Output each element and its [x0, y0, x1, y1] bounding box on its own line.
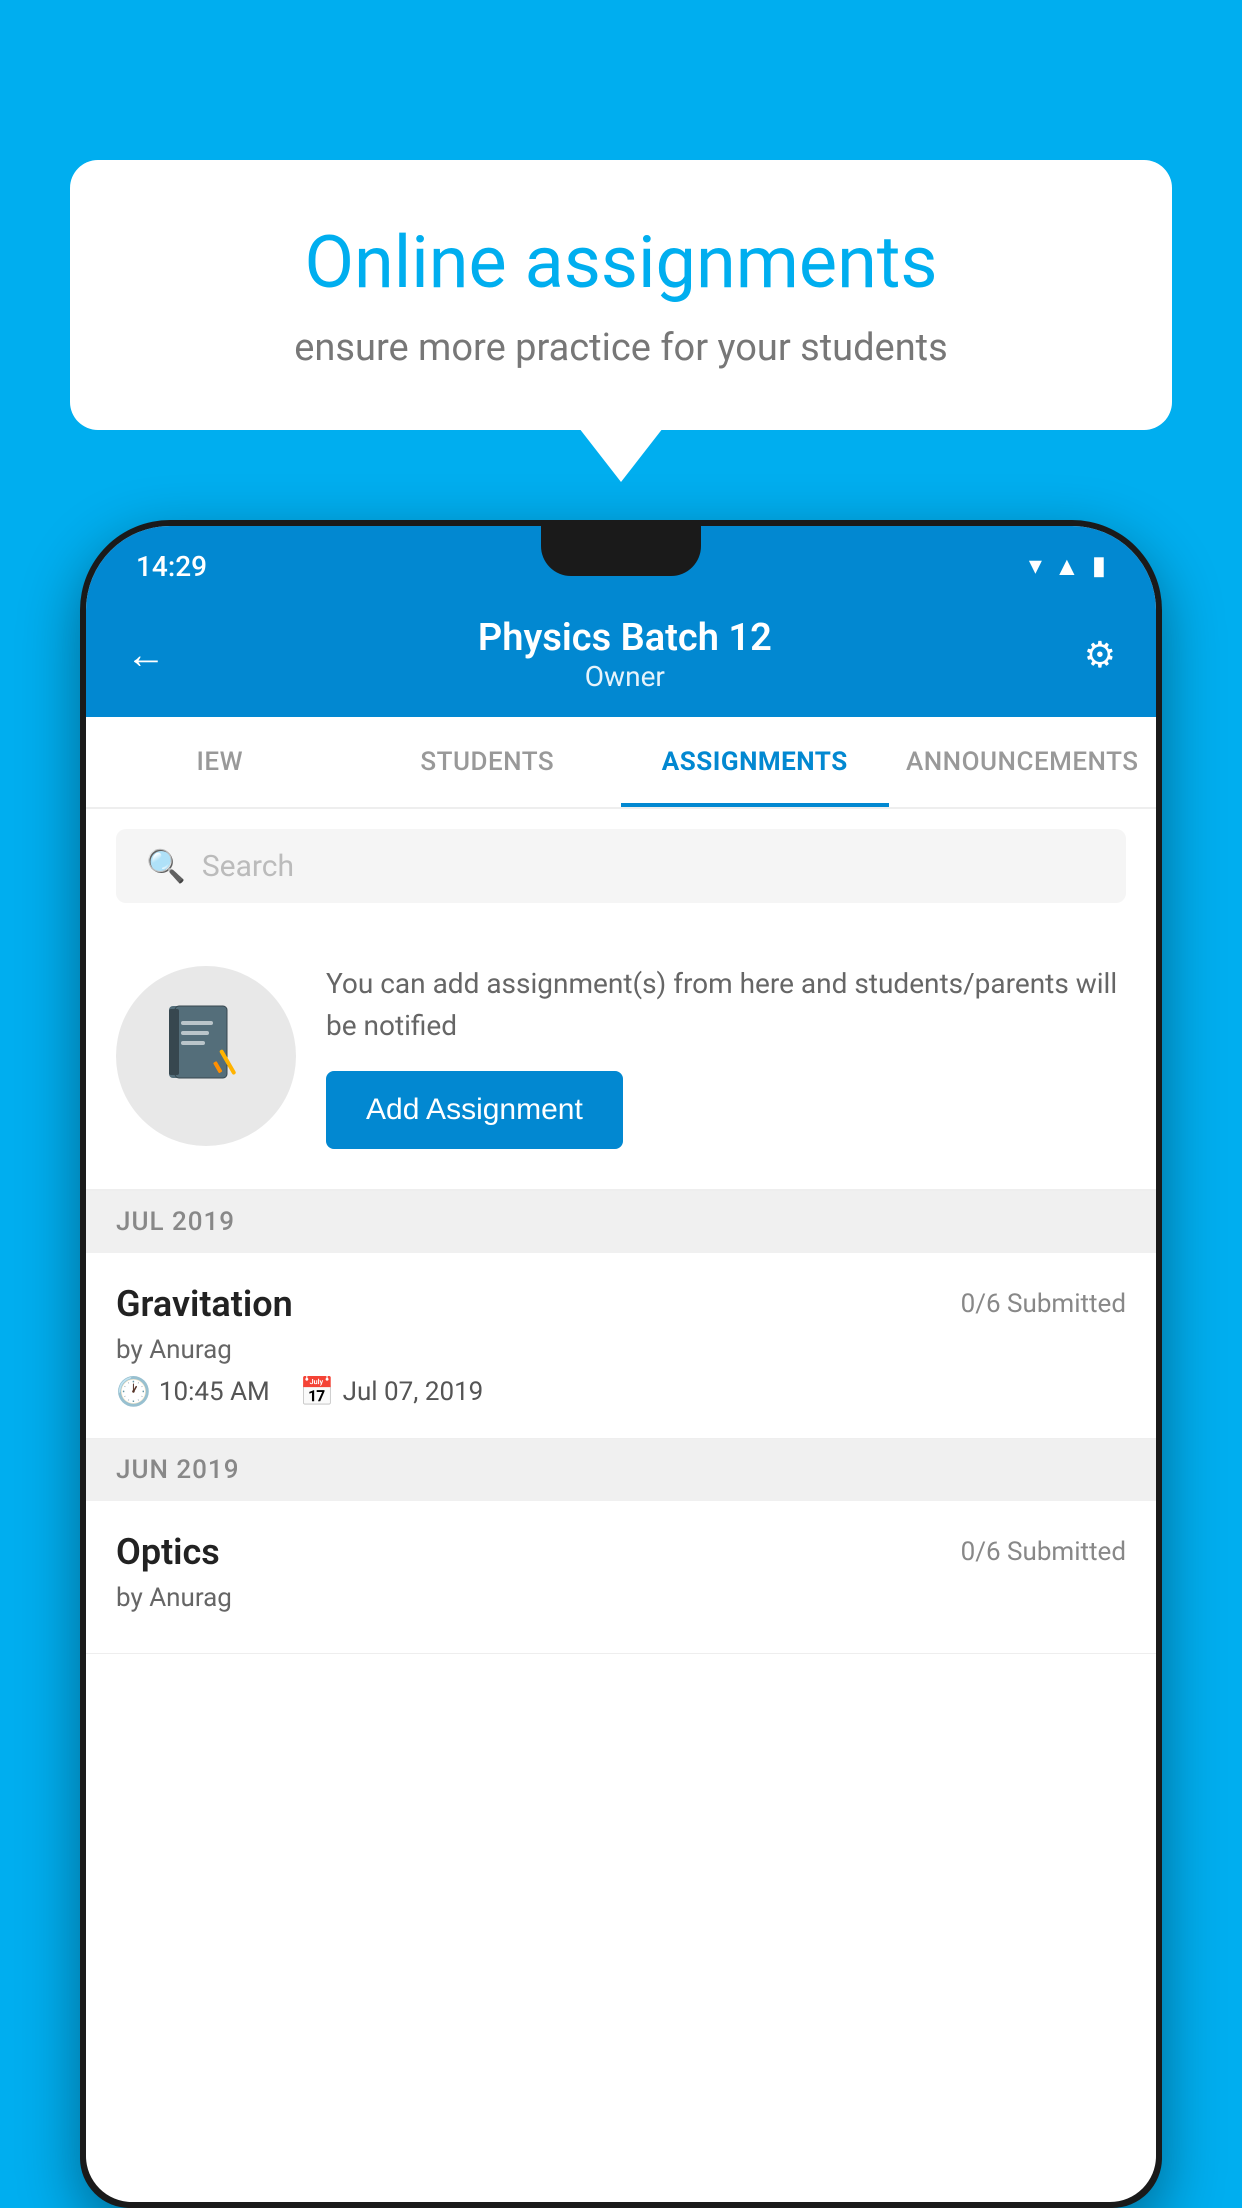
search-placeholder: Search: [202, 849, 294, 884]
search-container: 🔍 Search: [86, 809, 1156, 923]
clock-icon: 🕐: [116, 1375, 151, 1408]
notebook-icon: [161, 1001, 251, 1111]
tab-assignments[interactable]: ASSIGNMENTS: [621, 717, 889, 807]
header-center: Physics Batch 12 Owner: [478, 616, 772, 693]
tab-announcements[interactable]: ANNOUNCEMENTS: [889, 717, 1157, 807]
header-title: Physics Batch 12: [478, 616, 772, 660]
assignment-by: by Anurag: [116, 1335, 1126, 1365]
status-icons: ▾ ▲ ▮: [1029, 551, 1106, 582]
assignment-top-row: Gravitation 0/6 Submitted: [116, 1283, 1126, 1325]
back-button[interactable]: ←: [126, 631, 166, 678]
assignment-item-gravitation[interactable]: Gravitation 0/6 Submitted by Anurag 🕐 10…: [86, 1253, 1156, 1439]
phone-notch: [541, 526, 701, 576]
speech-bubble: Online assignments ensure more practice …: [70, 160, 1172, 430]
app-header: ← Physics Batch 12 Owner ⚙: [86, 596, 1156, 717]
assignment-optics-submitted: 0/6 Submitted: [961, 1537, 1126, 1567]
assignment-time: 🕐 10:45 AM: [116, 1375, 270, 1408]
assignment-title: Gravitation: [116, 1283, 293, 1325]
assignment-meta: 🕐 10:45 AM 📅 Jul 07, 2019: [116, 1375, 1126, 1408]
tab-students[interactable]: STUDENTS: [354, 717, 622, 807]
assignment-optics-by: by Anurag: [116, 1583, 1126, 1613]
settings-button[interactable]: ⚙: [1084, 634, 1116, 676]
assignment-icon-circle: [116, 966, 296, 1146]
tabs-bar: IEW STUDENTS ASSIGNMENTS ANNOUNCEMENTS: [86, 717, 1156, 809]
calendar-icon: 📅: [300, 1375, 335, 1408]
add-assignment-description: You can add assignment(s) from here and …: [326, 963, 1126, 1047]
speech-bubble-title: Online assignments: [140, 220, 1102, 306]
phone-screen: 14:29 ▾ ▲ ▮ ← Physics Batch 12 Owner ⚙ I…: [86, 526, 1156, 2202]
header-subtitle: Owner: [478, 660, 772, 693]
add-assignment-button[interactable]: Add Assignment: [326, 1071, 623, 1149]
assignment-optics-top-row: Optics 0/6 Submitted: [116, 1531, 1126, 1573]
assignment-item-optics[interactable]: Optics 0/6 Submitted by Anurag: [86, 1501, 1156, 1654]
month-separator-jul: JUL 2019: [86, 1191, 1156, 1253]
search-bar[interactable]: 🔍 Search: [116, 829, 1126, 903]
speech-bubble-container: Online assignments ensure more practice …: [70, 160, 1172, 430]
phone-frame: 14:29 ▾ ▲ ▮ ← Physics Batch 12 Owner ⚙ I…: [80, 520, 1162, 2208]
wifi-icon: ▾: [1029, 551, 1042, 581]
assignment-submitted: 0/6 Submitted: [961, 1289, 1126, 1319]
speech-bubble-subtitle: ensure more practice for your students: [140, 326, 1102, 370]
add-assignment-content: You can add assignment(s) from here and …: [326, 963, 1126, 1149]
assignment-date: 📅 Jul 07, 2019: [300, 1375, 484, 1408]
tab-iew[interactable]: IEW: [86, 717, 354, 807]
assignment-optics-title: Optics: [116, 1531, 220, 1573]
month-separator-jun: JUN 2019: [86, 1439, 1156, 1501]
add-assignment-section: You can add assignment(s) from here and …: [86, 923, 1156, 1191]
battery-icon: ▮: [1092, 551, 1106, 581]
signal-icon: ▲: [1054, 551, 1080, 582]
search-icon: 🔍: [146, 847, 186, 885]
status-time: 14:29: [136, 550, 207, 583]
